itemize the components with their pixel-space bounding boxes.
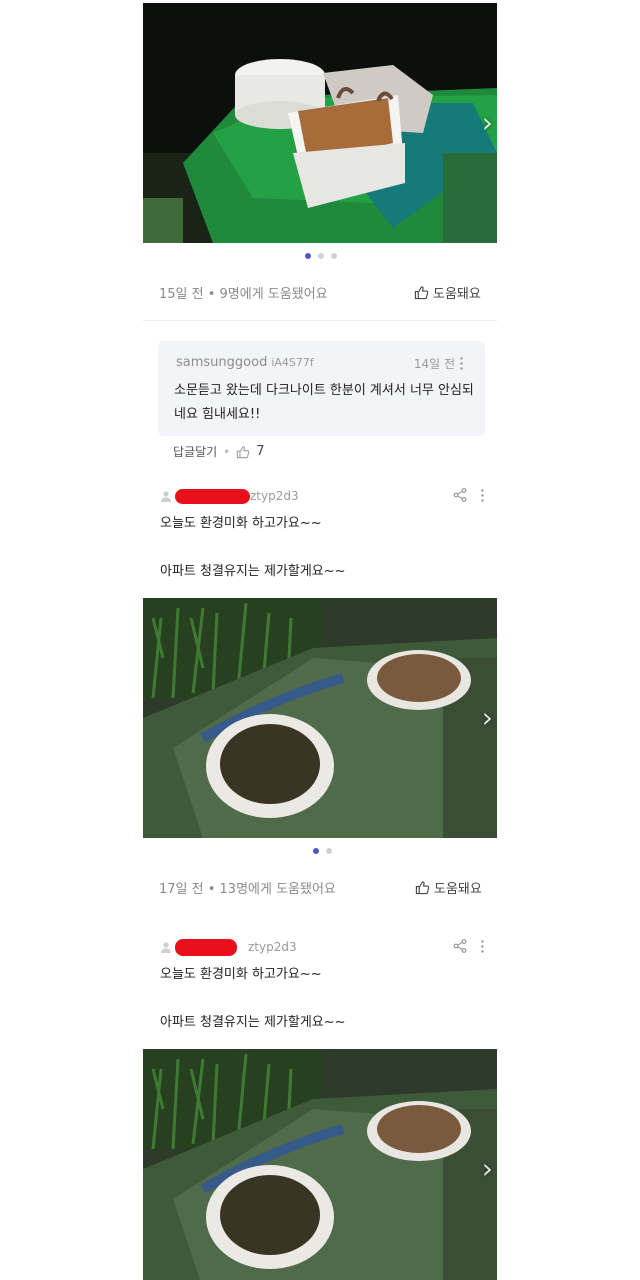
reply-actions: 답글달기 • 7 — [173, 443, 265, 460]
carousel-dot[interactable] — [326, 848, 332, 854]
carousel-dot[interactable] — [331, 253, 337, 259]
photo-trash-bin-with-bowls — [143, 3, 497, 243]
carousel-dot[interactable] — [318, 253, 324, 259]
chevron-right-icon[interactable]: › — [482, 1155, 493, 1183]
post-photo-carousel[interactable]: › — [143, 598, 497, 838]
photo-bowls-on-bin-lid — [143, 598, 497, 838]
post-meta: 15일 전 • 9명에게 도움됐어요 — [159, 287, 328, 302]
carousel-dot-active[interactable] — [313, 848, 319, 854]
carousel-dot-active[interactable] — [305, 253, 311, 259]
thumbs-up-icon[interactable] — [236, 445, 250, 459]
reply-card: samsunggood iA4S77f 14일 전 소문듣고 왔는데 다크나이트 … — [158, 341, 485, 436]
helpful-button[interactable]: 도움돼요 — [414, 283, 481, 302]
post-text-line: 오늘도 환경미화 하고가요~~ — [160, 967, 322, 982]
post-header-actions — [453, 488, 484, 502]
chevron-right-icon[interactable]: › — [482, 704, 493, 732]
post-user-id: ztyp2d3 — [250, 489, 299, 503]
reply-time: 14일 전 — [413, 357, 455, 371]
avatar-icon — [161, 491, 171, 502]
more-vertical-icon[interactable] — [460, 357, 463, 370]
helpful-label: 도움돼요 — [433, 287, 481, 302]
thumbs-up-icon — [415, 881, 430, 895]
reply-author[interactable]: samsunggood iA4S77f — [176, 355, 314, 370]
share-icon[interactable] — [453, 939, 467, 953]
redacted-username — [175, 939, 237, 956]
post-photo-carousel[interactable]: › — [143, 1049, 497, 1280]
photo-bowls-on-bin-lid — [143, 1049, 497, 1280]
avatar-icon — [161, 942, 171, 953]
post-author-header: ztyp2d3 — [160, 939, 490, 957]
post-text-line: 오늘도 환경미화 하고가요~~ — [160, 516, 322, 531]
post-header-actions — [453, 939, 484, 953]
more-vertical-icon[interactable] — [481, 488, 484, 502]
share-icon[interactable] — [453, 488, 467, 502]
post-photo-carousel[interactable]: › — [143, 3, 497, 243]
reply-to-comment-button[interactable]: 답글달기 — [173, 443, 217, 460]
helpful-button[interactable]: 도움돼요 — [415, 878, 482, 897]
helpful-label: 도움돼요 — [434, 882, 482, 897]
post-text-line: 아파트 청결유지는 제가할게요~~ — [160, 564, 346, 579]
separator-dot: • — [223, 444, 231, 459]
like-count: 7 — [256, 444, 265, 459]
carousel-indicator — [305, 253, 337, 259]
reply-text: 소문듣고 왔는데 다크나이트 한분이 계셔서 너무 안심되네요 힘내세요!! — [174, 383, 474, 422]
redacted-username — [175, 489, 250, 504]
carousel-indicator — [313, 848, 332, 854]
post-user-id: ztyp2d3 — [248, 940, 297, 954]
chevron-right-icon[interactable]: › — [482, 109, 493, 137]
reply-user-id: iA4S77f — [271, 356, 314, 369]
section-divider — [143, 320, 497, 321]
post-meta: 17일 전 • 13명에게 도움됐어요 — [159, 882, 336, 897]
post-author-header: ztyp2d3 — [160, 488, 490, 506]
reply-username: samsunggood — [176, 355, 268, 370]
more-vertical-icon[interactable] — [481, 939, 484, 953]
post-text-line: 아파트 청결유지는 제가할게요~~ — [160, 1015, 346, 1030]
thumbs-up-icon — [414, 286, 429, 300]
